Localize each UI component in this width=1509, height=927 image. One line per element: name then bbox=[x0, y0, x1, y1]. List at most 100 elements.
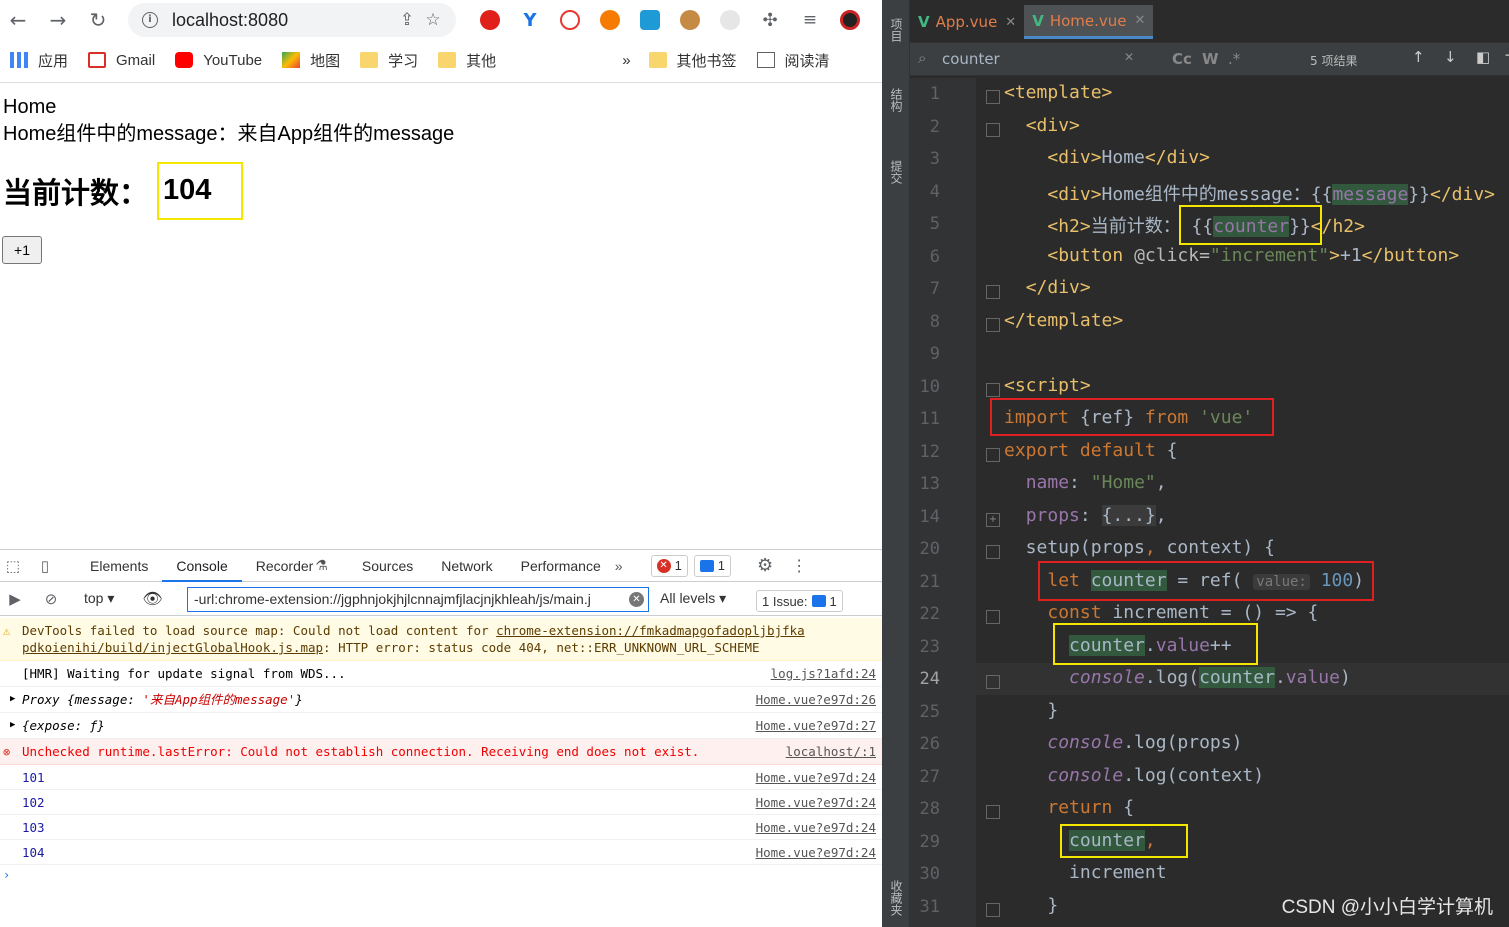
fold-marker-icon[interactable] bbox=[986, 545, 1000, 559]
fold-marker-icon[interactable] bbox=[986, 382, 1000, 397]
settings-gear-icon[interactable]: ⚙ bbox=[757, 555, 773, 576]
ide-window: 项目 结构 提交 收藏夹 V App.vue ✕ V Home.vue ✕ ⌕ coun… bbox=[882, 0, 1509, 927]
fold-marker-icon[interactable]: + bbox=[986, 512, 1000, 527]
log-source-link[interactable]: log.js?1afd:24 bbox=[771, 665, 876, 682]
prompt-chevron-icon: › bbox=[3, 868, 11, 882]
log-row: 103 Home.vue?e97d:24 bbox=[0, 815, 882, 840]
bookmarks-overflow-icon[interactable]: » bbox=[622, 52, 630, 69]
log-source-link[interactable]: Home.vue?e97d:24 bbox=[756, 819, 876, 836]
bookmark-apps[interactable]: 应用 bbox=[10, 50, 68, 71]
fold-marker-icon[interactable] bbox=[986, 902, 1000, 917]
expand-arrow-icon[interactable]: ▶ bbox=[10, 717, 15, 734]
clear-filter-icon[interactable]: ✕ bbox=[629, 592, 644, 607]
close-tab-icon[interactable]: ✕ bbox=[1135, 13, 1146, 28]
address-bar[interactable]: i localhost:8080 ⇪ ☆ bbox=[128, 3, 456, 37]
extension-y-icon[interactable]: Y bbox=[510, 6, 550, 34]
adblock-icon[interactable] bbox=[470, 6, 510, 34]
log-source-link[interactable]: Home.vue?e97d:26 bbox=[756, 691, 876, 708]
bookmark-other[interactable]: 其他 bbox=[438, 50, 496, 71]
log-source-link[interactable]: Home.vue?e97d:24 bbox=[756, 794, 876, 811]
context-select[interactable]: top ▾ bbox=[84, 590, 114, 607]
sidebar-toggle-icon[interactable]: ▶ bbox=[4, 588, 26, 610]
bookmark-youtube[interactable]: YouTube bbox=[175, 52, 262, 69]
fold-marker-icon[interactable] bbox=[986, 675, 1000, 689]
cookie-icon[interactable] bbox=[670, 6, 710, 34]
select-all-icon[interactable]: ◧ bbox=[1476, 48, 1490, 66]
bookmark-study[interactable]: 学习 bbox=[360, 50, 418, 71]
tab-console[interactable]: Console bbox=[162, 550, 242, 582]
puzzle-icon[interactable]: ✣ bbox=[750, 6, 790, 34]
extension-grid-icon[interactable] bbox=[710, 6, 750, 34]
star-icon[interactable]: ☆ bbox=[420, 10, 446, 30]
profile-avatar[interactable] bbox=[830, 6, 870, 34]
device-toolbar-icon[interactable]: ▯ bbox=[34, 555, 56, 577]
next-match-icon[interactable]: ↓ bbox=[1444, 48, 1457, 66]
fold-marker-icon[interactable] bbox=[986, 122, 1000, 137]
bookmark-other-bookmarks[interactable]: 其他书签 bbox=[648, 50, 737, 71]
bookmark-gmail[interactable]: Gmail bbox=[88, 52, 155, 69]
tab-elements[interactable]: Elements bbox=[76, 550, 162, 582]
line-number: 27 bbox=[919, 766, 940, 787]
share-icon[interactable]: ⇪ bbox=[394, 10, 420, 30]
clear-search-icon[interactable]: ✕ bbox=[1124, 50, 1134, 64]
tab-home-vue[interactable]: V Home.vue ✕ bbox=[1024, 5, 1154, 39]
fold-marker-icon[interactable] bbox=[986, 447, 1000, 462]
increment-button[interactable]: +1 bbox=[2, 236, 42, 264]
log-source-link[interactable]: Home.vue?e97d:27 bbox=[756, 717, 876, 734]
tab-app-vue[interactable]: V App.vue ✕ bbox=[910, 5, 1024, 39]
log-text: DevTools failed to load source map: Coul… bbox=[22, 623, 497, 638]
previous-match-icon[interactable]: ↑ bbox=[1412, 48, 1425, 66]
regex-icon[interactable]: .* bbox=[1228, 50, 1240, 68]
bookmark-maps[interactable]: 地图 bbox=[282, 50, 340, 71]
structure-tool-label[interactable]: 结构 bbox=[888, 88, 905, 112]
kebab-menu-icon[interactable]: ⋮ bbox=[791, 556, 807, 576]
site-info-icon[interactable]: i bbox=[142, 12, 158, 28]
commit-tool-label[interactable]: 提交 bbox=[888, 160, 905, 184]
whole-word-icon[interactable]: W bbox=[1202, 50, 1219, 68]
console-filter-input[interactable]: -url:chrome-extension://jgphnjokjhjlcnna… bbox=[187, 587, 649, 612]
fold-marker-icon[interactable] bbox=[986, 90, 1000, 104]
message-badge[interactable]: 1 bbox=[693, 554, 732, 577]
log-source-link[interactable]: Home.vue?e97d:24 bbox=[756, 769, 876, 786]
inspect-icon[interactable]: ⬚ bbox=[2, 555, 24, 577]
code-editor[interactable]: 1 2 3 4 5 6 7 8 9 10 11 12 13 14 +20 21 22 23 24 25 26 27 28 29… bbox=[910, 78, 1509, 927]
reload-icon[interactable]: ↻ bbox=[80, 2, 116, 38]
match-case-icon[interactable]: Cc bbox=[1172, 50, 1192, 68]
extension-play-icon[interactable] bbox=[550, 6, 590, 34]
log-source-link[interactable]: Home.vue?e97d:24 bbox=[756, 844, 876, 861]
extension-hex-icon[interactable] bbox=[630, 6, 670, 34]
forward-icon[interactable]: → bbox=[40, 2, 76, 38]
favorites-tool-label[interactable]: 收藏夹 bbox=[888, 880, 905, 916]
add-icon[interactable]: + bbox=[1504, 46, 1509, 64]
eye-icon[interactable]: 👁 bbox=[142, 589, 162, 609]
log-source-link[interactable]: localhost/:1 bbox=[786, 743, 876, 760]
tab-sources[interactable]: Sources bbox=[348, 550, 427, 582]
project-tool-label[interactable]: 项目 bbox=[888, 18, 905, 42]
code-line: console.log(counter.value) bbox=[1069, 667, 1351, 688]
fold-marker-icon[interactable] bbox=[986, 610, 1000, 624]
line-number: 1 bbox=[929, 84, 940, 104]
line-number: 10 bbox=[919, 376, 940, 397]
clear-console-icon[interactable]: ⊘ bbox=[40, 588, 62, 610]
tab-performance[interactable]: Performance bbox=[507, 550, 615, 582]
log-link[interactable]: chrome-extension://fmkadmapgofadopljbjfk… bbox=[496, 623, 805, 638]
expand-arrow-icon[interactable]: ▶ bbox=[10, 691, 15, 708]
fold-marker-icon[interactable] bbox=[986, 285, 1000, 299]
fold-marker-icon[interactable] bbox=[986, 805, 1000, 819]
console-prompt[interactable]: › bbox=[0, 865, 882, 885]
error-badge[interactable]: ✕ 1 bbox=[650, 554, 688, 577]
close-tab-icon[interactable]: ✕ bbox=[1005, 15, 1016, 30]
levels-select[interactable]: All levels ▾ bbox=[660, 590, 726, 607]
find-input[interactable]: counter bbox=[942, 50, 1000, 68]
bookmark-reading-list[interactable]: 阅读清 bbox=[756, 50, 830, 71]
extension-infinity-icon[interactable] bbox=[590, 6, 630, 34]
back-icon[interactable]: ← bbox=[0, 2, 36, 38]
folder-icon bbox=[438, 52, 457, 68]
more-tabs-icon[interactable]: » bbox=[615, 558, 623, 574]
fold-marker-icon[interactable] bbox=[986, 317, 1000, 332]
tab-network[interactable]: Network bbox=[427, 550, 506, 582]
log-link[interactable]: pdkoienihi/build/injectGlobalHook.js.map bbox=[22, 640, 323, 655]
issues-button[interactable]: 1 Issue: 1 bbox=[756, 590, 843, 612]
media-icon[interactable]: ≡ bbox=[790, 6, 830, 34]
url-text[interactable]: localhost:8080 bbox=[172, 10, 394, 31]
